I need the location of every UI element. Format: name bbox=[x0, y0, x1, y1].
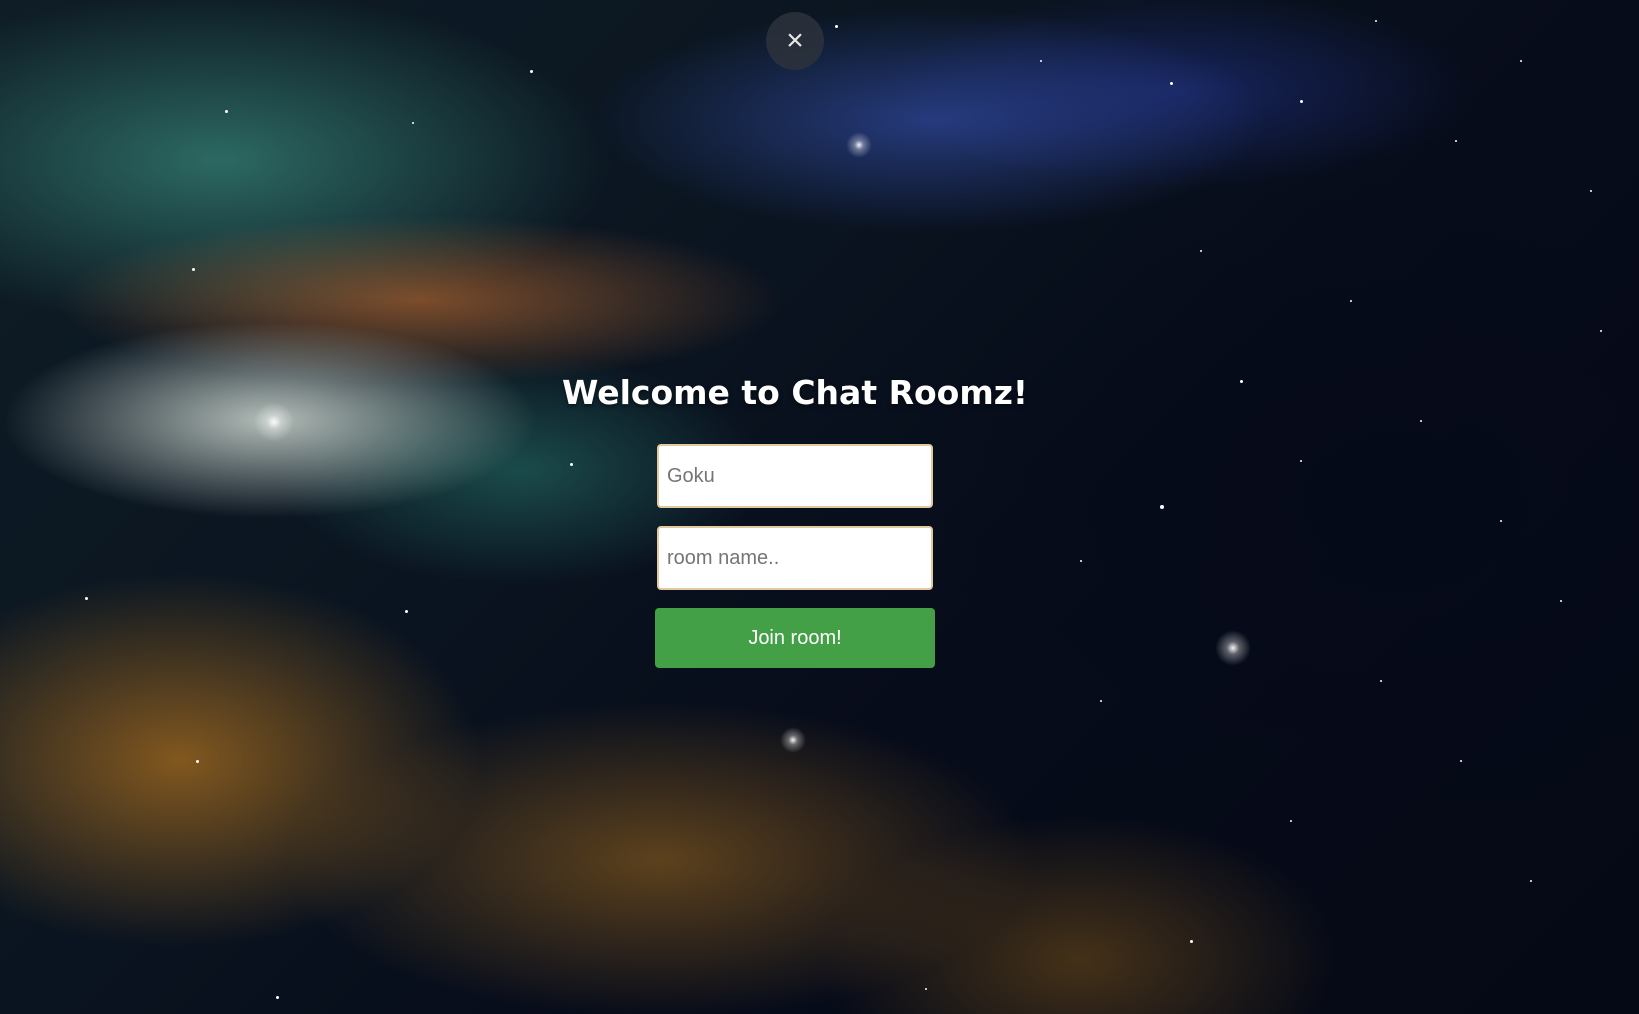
room-name-input[interactable] bbox=[657, 526, 933, 590]
join-room-button[interactable]: Join room! bbox=[655, 608, 935, 668]
page-title: Welcome to Chat Roomz! bbox=[562, 373, 1028, 412]
username-input[interactable] bbox=[657, 444, 933, 508]
bright-star bbox=[780, 727, 806, 753]
close-icon[interactable]: × bbox=[766, 12, 824, 70]
join-room-form: Welcome to Chat Roomz! Join room! bbox=[0, 368, 1590, 668]
bright-star bbox=[846, 132, 872, 158]
space-background: × Welcome to Chat Roomz! Join room! bbox=[0, 0, 1639, 1014]
